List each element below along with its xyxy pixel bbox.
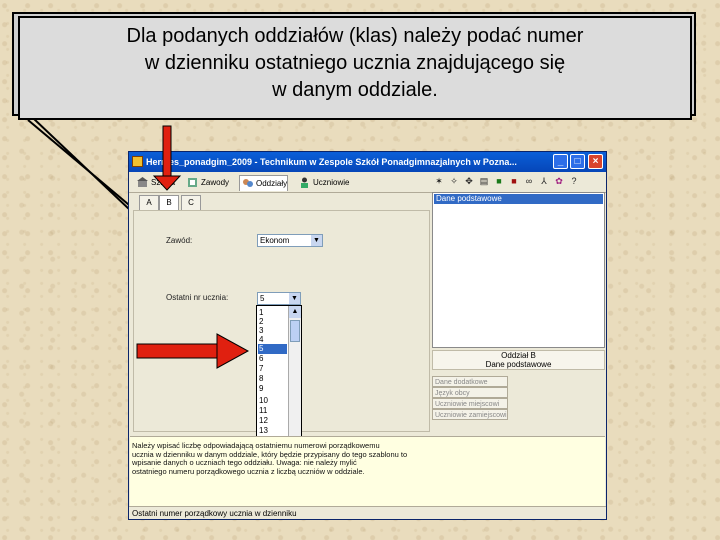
hint-line: ucznia w dzienniku w danym oddziale, któ… xyxy=(132,450,408,459)
save-as-icon[interactable]: ■ xyxy=(508,175,520,187)
school-icon xyxy=(137,177,148,187)
tab-label: Oddziały xyxy=(256,179,288,188)
help-icon[interactable]: ? xyxy=(568,175,580,187)
subtab-a[interactable]: A xyxy=(139,195,159,211)
subtab-b[interactable]: B xyxy=(159,195,179,211)
oddzial-header: Oddział B Dane podstawowe xyxy=(432,350,605,370)
tab-zawody[interactable]: Zawody xyxy=(185,175,229,190)
chevron-down-icon[interactable]: ▼ xyxy=(311,235,322,246)
tab-uczniowie[interactable]: Uczniowie xyxy=(297,175,349,190)
hint-box: Należy wpisać liczbę odpowiadającą ostat… xyxy=(130,436,605,506)
app-icon xyxy=(132,156,143,167)
callout-line-1: Dla podanych oddziałów (klas) należy pod… xyxy=(126,25,584,47)
section-button[interactable]: Dane dodatkowe xyxy=(432,376,508,387)
dropdown-option[interactable]: 8 xyxy=(258,374,287,384)
ostatni-nr-label: Ostatni nr ucznia: xyxy=(166,293,229,302)
tab-label: Uczniowie xyxy=(313,178,350,187)
sections-list: Dane podstawowe xyxy=(432,192,605,348)
dropdown-option[interactable]: 13 xyxy=(258,426,287,436)
subtab-c[interactable]: C xyxy=(181,195,201,211)
tab-label: Szkoła xyxy=(151,178,176,187)
dropdown-option-selected[interactable]: 5 xyxy=(258,344,287,354)
binoculars-icon[interactable]: ∞ xyxy=(523,175,535,187)
classes-icon xyxy=(243,179,253,187)
callout-line-2: w dzienniku ostatniego ucznia znajdujące… xyxy=(144,52,566,74)
callout-line-3: w danym oddziale. xyxy=(272,79,438,101)
main-toolbar: Szkoła Zawody Oddziały Uczniowie ✶ ✧ ✥ ▤… xyxy=(129,172,606,193)
tab-oddzialy[interactable]: Oddziały xyxy=(239,175,289,191)
hint-line: Należy wpisać liczbę odpowiadającą ostat… xyxy=(132,442,380,450)
tools-icon[interactable]: ✿ xyxy=(553,175,565,187)
list-item-selected[interactable]: Dane podstawowe xyxy=(434,194,603,204)
dropdown-option[interactable]: 12 xyxy=(258,416,287,426)
dropdown-option[interactable]: 7 xyxy=(258,364,287,374)
zawod-select[interactable]: Ekonom ▼ xyxy=(257,234,323,247)
wand-icon[interactable]: ✧ xyxy=(448,175,460,187)
dropdown-option[interactable]: 11 xyxy=(258,406,287,416)
oddzial-name: Oddział B xyxy=(501,351,536,360)
move-icon[interactable]: ✥ xyxy=(463,175,475,187)
callout-box: Dla podanych oddziałów (klas) należy pod… xyxy=(18,16,692,120)
minimize-button[interactable]: _ xyxy=(553,154,568,169)
professions-icon xyxy=(188,178,197,187)
zawod-label: Zawód: xyxy=(166,236,193,245)
app-window: Hermes_ponadgim_2009 - Technikum w Zespo… xyxy=(128,151,607,520)
chevron-down-icon[interactable]: ▼ xyxy=(289,293,300,304)
ostatni-nr-value: 5 xyxy=(260,294,265,303)
scroll-up-icon[interactable]: ▲ xyxy=(289,306,301,318)
close-button[interactable]: × xyxy=(588,154,603,169)
title-bar[interactable]: Hermes_ponadgim_2009 - Technikum w Zespo… xyxy=(129,152,606,172)
scroll-thumb[interactable] xyxy=(290,320,300,342)
compass-icon[interactable]: ⅄ xyxy=(538,175,550,187)
star-icon[interactable]: ✶ xyxy=(433,175,445,187)
students-icon xyxy=(301,177,308,188)
tab-szkola[interactable]: Szkoła xyxy=(135,175,175,190)
save-icon[interactable]: ■ xyxy=(493,175,505,187)
zawod-value: Ekonom xyxy=(260,236,290,245)
section-button[interactable]: Uczniowie zamiejscowi xyxy=(432,409,508,420)
maximize-button[interactable]: □ xyxy=(570,154,585,169)
dropdown-option[interactable]: 9 xyxy=(258,384,287,394)
oddzial-section: Dane podstawowe xyxy=(485,360,552,369)
dropdown-option[interactable]: 6 xyxy=(258,354,287,364)
toolbar-icons: ✶ ✧ ✥ ▤ ■ ■ ∞ ⅄ ✿ ? xyxy=(433,175,603,190)
section-button[interactable]: Język obcy xyxy=(432,387,508,398)
tab-label: Zawody xyxy=(201,178,230,187)
dropdown-option[interactable]: 10 xyxy=(258,396,287,406)
ostatni-nr-select[interactable]: 5 ▼ xyxy=(257,292,301,305)
print-icon[interactable]: ▤ xyxy=(478,175,490,187)
oddzial-info: Oddział B Dane podstawowe Dane dodatkowe… xyxy=(432,348,605,443)
status-bar: Ostatni numer porządkowy ucznia w dzienn… xyxy=(129,506,606,519)
window-title: Hermes_ponadgim_2009 - Technikum w Zespo… xyxy=(146,157,517,167)
hint-line: ostatniego numeru porządkowego ucznia z … xyxy=(132,467,365,476)
hint-line: wpisanie danych o uczniach tego oddziału… xyxy=(132,459,357,467)
section-button[interactable]: Uczniowie miejscowi xyxy=(432,398,508,409)
